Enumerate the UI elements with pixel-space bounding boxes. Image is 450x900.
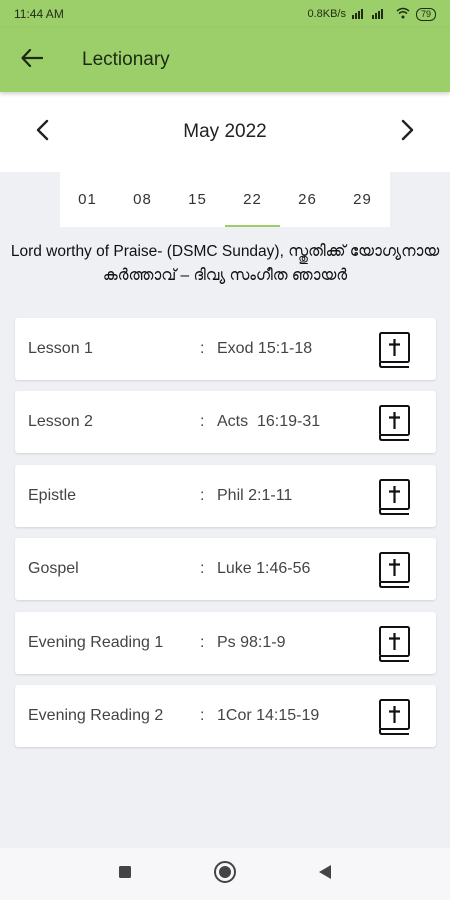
reading-reference: Phil 2:1-11: [217, 486, 293, 504]
bible-icon[interactable]: [378, 551, 412, 589]
wifi-icon: [396, 7, 410, 22]
reading-card[interactable]: Evening Reading 1 : Ps 98:1-9: [15, 611, 436, 674]
bible-icon[interactable]: [378, 331, 412, 369]
system-back-button[interactable]: [310, 859, 340, 889]
recent-apps-button[interactable]: [110, 859, 140, 889]
bible-icon[interactable]: [378, 404, 412, 442]
status-icons: 0.8KB/s 79: [307, 7, 436, 22]
next-month-button[interactable]: [386, 110, 430, 154]
back-button[interactable]: [0, 28, 64, 92]
reading-reference: 1Cor 14:15-19: [217, 706, 320, 724]
date-tabs: 01 08 15 22 26 29: [60, 172, 390, 227]
reading-card[interactable]: Lesson 2 : Acts 16:19-31: [15, 391, 436, 454]
reading-label: Epistle: [28, 486, 77, 504]
bible-icon[interactable]: [378, 698, 412, 736]
page-title: Lectionary: [82, 49, 170, 70]
signal-icon: [351, 7, 390, 22]
system-nav-bar: [0, 848, 450, 900]
reading-separator: :: [200, 633, 205, 651]
app-bar: Lectionary: [0, 28, 450, 92]
home-icon: [213, 860, 237, 889]
reading-reference: Acts 16:19-31: [217, 413, 321, 431]
date-tab[interactable]: 01: [60, 172, 115, 227]
month-label: May 2022: [183, 121, 267, 142]
reading-card[interactable]: Lesson 1 : Exod 15:1-18: [15, 318, 436, 380]
chevron-left-icon: [35, 119, 49, 146]
reading-label: Lesson 2: [28, 413, 93, 431]
network-speed: 0.8KB/s: [307, 8, 346, 20]
reading-label: Evening Reading 2: [28, 706, 164, 724]
reading-card[interactable]: Evening Reading 2 : 1Cor 14:15-19: [15, 684, 436, 747]
status-bar: 11:44 AM 0.8KB/s 79: [0, 0, 450, 28]
reading-separator: :: [200, 706, 205, 724]
date-tab[interactable]: 22: [225, 172, 280, 227]
date-tab[interactable]: 26: [280, 172, 335, 227]
status-time: 11:44 AM: [14, 7, 64, 21]
battery-icon: 79: [415, 7, 436, 21]
reading-separator: :: [200, 340, 205, 357]
date-tab[interactable]: 08: [115, 172, 170, 227]
reading-reference: Exod 15:1-18: [217, 340, 313, 357]
date-tab[interactable]: 15: [170, 172, 225, 227]
previous-month-button[interactable]: [20, 110, 64, 154]
reading-card[interactable]: Epistle : Phil 2:1-11: [15, 464, 436, 527]
bible-icon[interactable]: [378, 478, 412, 516]
month-navigator: May 2022: [0, 92, 450, 172]
date-tab[interactable]: 29: [335, 172, 390, 227]
reading-reference: Luke 1:46-56: [217, 560, 311, 578]
reading-separator: :: [200, 413, 205, 431]
bible-icon[interactable]: [378, 625, 412, 663]
reading-separator: :: [200, 486, 205, 504]
arrow-left-icon: [21, 48, 44, 72]
day-title: Lord worthy of Praise- (DSMC Sunday), സ്…: [10, 243, 440, 284]
home-button[interactable]: [210, 859, 240, 889]
reading-reference: Ps 98:1-9: [217, 633, 286, 651]
reading-label: Gospel: [28, 560, 79, 578]
reading-separator: :: [200, 560, 205, 578]
reading-label: Evening Reading 1: [28, 633, 164, 651]
recent-apps-icon: [118, 865, 132, 884]
reading-list: Lesson 1 : Exod 15:1-18 Lesson 2 : Acts …: [15, 318, 436, 758]
back-triangle-icon: [318, 864, 332, 885]
reading-card[interactable]: Gospel : Luke 1:46-56: [15, 538, 436, 601]
reading-label: Lesson 1: [28, 340, 93, 357]
chevron-right-icon: [401, 119, 415, 146]
